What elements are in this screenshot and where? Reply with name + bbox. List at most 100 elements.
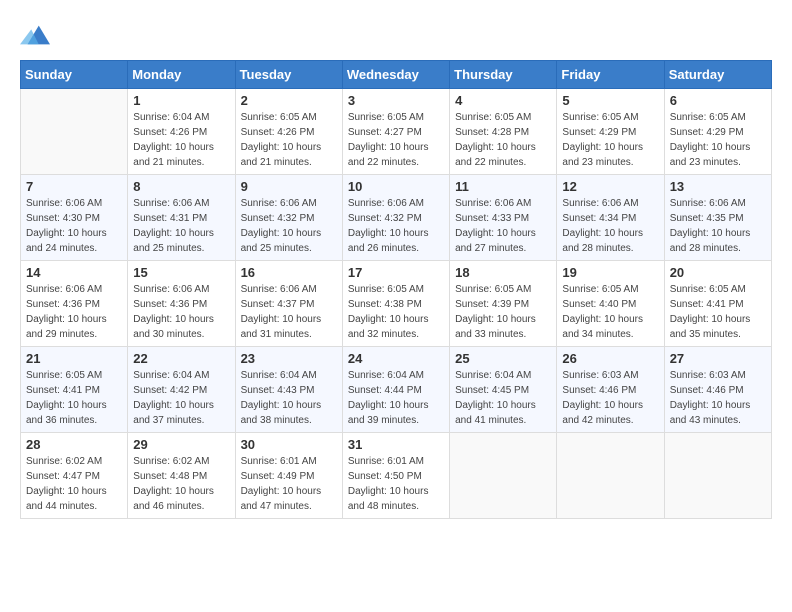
calendar-cell: 24 Sunrise: 6:04 AMSunset: 4:44 PMDayligh… (342, 347, 449, 433)
calendar-cell (664, 433, 771, 519)
day-detail: Sunrise: 6:03 AMSunset: 4:46 PMDaylight:… (562, 368, 658, 428)
day-number: 27 (670, 351, 766, 366)
weekday-header-row: SundayMondayTuesdayWednesdayThursdayFrid… (21, 61, 772, 89)
calendar-cell: 22Sunrise: 6:04 AMSunset: 4:42 PMDayligh… (128, 347, 235, 433)
day-number: 8 (133, 179, 229, 194)
day-number: 7 (26, 179, 122, 194)
calendar-cell: 9 Sunrise: 6:06 AMSunset: 4:32 PMDaylight… (235, 175, 342, 261)
logo (20, 20, 50, 50)
day-detail: Sunrise: 6:04 AMSunset: 4:44 PMDaylight:… (348, 368, 444, 428)
calendar-cell: 19 Sunrise: 6:05 AMSunset: 4:40 PMDayligh… (557, 261, 664, 347)
weekday-header: Thursday (450, 61, 557, 89)
day-number: 16 (241, 265, 337, 280)
calendar-table: SundayMondayTuesdayWednesdayThursdayFrid… (20, 60, 772, 519)
calendar-cell: 7 Sunrise: 6:06 AMSunset: 4:30 PMDaylight… (21, 175, 128, 261)
day-detail: Sunrise: 6:05 AMSunset: 4:39 PMDaylight:… (455, 282, 551, 342)
calendar-cell: 28 Sunrise: 6:02 AMSunset: 4:47 PMDayligh… (21, 433, 128, 519)
day-number: 20 (670, 265, 766, 280)
day-detail: Sunrise: 6:04 AMSunset: 4:43 PMDaylight:… (241, 368, 337, 428)
weekday-header: Monday (128, 61, 235, 89)
day-detail: Sunrise: 6:05 AMSunset: 4:26 PMDaylight:… (241, 110, 337, 170)
calendar-cell: 29 Sunrise: 6:02 AMSunset: 4:48 PMDayligh… (128, 433, 235, 519)
calendar-cell: 15Sunrise: 6:06 AMSunset: 4:36 PMDayligh… (128, 261, 235, 347)
calendar-cell: 23 Sunrise: 6:04 AMSunset: 4:43 PMDayligh… (235, 347, 342, 433)
day-number: 18 (455, 265, 551, 280)
calendar-cell: 10Sunrise: 6:06 AMSunset: 4:32 PMDayligh… (342, 175, 449, 261)
calendar-week-row: 21 Sunrise: 6:05 AMSunset: 4:41 PMDayligh… (21, 347, 772, 433)
day-detail: Sunrise: 6:06 AMSunset: 4:36 PMDaylight:… (26, 282, 122, 342)
calendar-cell: 27 Sunrise: 6:03 AMSunset: 4:46 PMDayligh… (664, 347, 771, 433)
day-detail: Sunrise: 6:06 AMSunset: 4:37 PMDaylight:… (241, 282, 337, 342)
calendar-week-row: 1Sunrise: 6:04 AMSunset: 4:26 PMDaylight… (21, 89, 772, 175)
day-number: 14 (26, 265, 122, 280)
day-detail: Sunrise: 6:06 AMSunset: 4:33 PMDaylight:… (455, 196, 551, 256)
day-number: 21 (26, 351, 122, 366)
calendar-cell: 6 Sunrise: 6:05 AMSunset: 4:29 PMDaylight… (664, 89, 771, 175)
weekday-header: Saturday (664, 61, 771, 89)
day-number: 24 (348, 351, 444, 366)
day-detail: Sunrise: 6:05 AMSunset: 4:41 PMDaylight:… (26, 368, 122, 428)
day-detail: Sunrise: 6:06 AMSunset: 4:34 PMDaylight:… (562, 196, 658, 256)
day-detail: Sunrise: 6:05 AMSunset: 4:40 PMDaylight:… (562, 282, 658, 342)
calendar-cell: 14 Sunrise: 6:06 AMSunset: 4:36 PMDayligh… (21, 261, 128, 347)
day-number: 9 (241, 179, 337, 194)
calendar-cell: 18 Sunrise: 6:05 AMSunset: 4:39 PMDayligh… (450, 261, 557, 347)
calendar-cell (21, 89, 128, 175)
day-number: 3 (348, 93, 444, 108)
day-detail: Sunrise: 6:06 AMSunset: 4:32 PMDaylight:… (348, 196, 444, 256)
day-number: 28 (26, 437, 122, 452)
day-detail: Sunrise: 6:02 AMSunset: 4:48 PMDaylight:… (133, 454, 229, 514)
calendar-week-row: 28 Sunrise: 6:02 AMSunset: 4:47 PMDayligh… (21, 433, 772, 519)
day-number: 29 (133, 437, 229, 452)
calendar-cell (450, 433, 557, 519)
calendar-cell: 11 Sunrise: 6:06 AMSunset: 4:33 PMDayligh… (450, 175, 557, 261)
calendar-cell: 26 Sunrise: 6:03 AMSunset: 4:46 PMDayligh… (557, 347, 664, 433)
calendar-week-row: 14 Sunrise: 6:06 AMSunset: 4:36 PMDayligh… (21, 261, 772, 347)
calendar-cell: 31Sunrise: 6:01 AMSunset: 4:50 PMDayligh… (342, 433, 449, 519)
day-detail: Sunrise: 6:06 AMSunset: 4:35 PMDaylight:… (670, 196, 766, 256)
header (20, 20, 772, 50)
day-number: 23 (241, 351, 337, 366)
day-number: 30 (241, 437, 337, 452)
calendar-cell: 5Sunrise: 6:05 AMSunset: 4:29 PMDaylight… (557, 89, 664, 175)
day-number: 26 (562, 351, 658, 366)
day-detail: Sunrise: 6:04 AMSunset: 4:45 PMDaylight:… (455, 368, 551, 428)
calendar-cell: 20 Sunrise: 6:05 AMSunset: 4:41 PMDayligh… (664, 261, 771, 347)
day-detail: Sunrise: 6:02 AMSunset: 4:47 PMDaylight:… (26, 454, 122, 514)
calendar-cell: 4 Sunrise: 6:05 AMSunset: 4:28 PMDaylight… (450, 89, 557, 175)
day-detail: Sunrise: 6:01 AMSunset: 4:50 PMDaylight:… (348, 454, 444, 514)
day-detail: Sunrise: 6:06 AMSunset: 4:32 PMDaylight:… (241, 196, 337, 256)
day-number: 13 (670, 179, 766, 194)
calendar-cell: 25Sunrise: 6:04 AMSunset: 4:45 PMDayligh… (450, 347, 557, 433)
day-number: 6 (670, 93, 766, 108)
day-number: 22 (133, 351, 229, 366)
calendar-cell: 16 Sunrise: 6:06 AMSunset: 4:37 PMDayligh… (235, 261, 342, 347)
day-detail: Sunrise: 6:04 AMSunset: 4:26 PMDaylight:… (133, 110, 229, 170)
day-detail: Sunrise: 6:05 AMSunset: 4:28 PMDaylight:… (455, 110, 551, 170)
calendar-cell: 1Sunrise: 6:04 AMSunset: 4:26 PMDaylight… (128, 89, 235, 175)
weekday-header: Sunday (21, 61, 128, 89)
calendar-cell: 8 Sunrise: 6:06 AMSunset: 4:31 PMDaylight… (128, 175, 235, 261)
day-number: 19 (562, 265, 658, 280)
day-number: 12 (562, 179, 658, 194)
day-number: 2 (241, 93, 337, 108)
calendar-cell: 12 Sunrise: 6:06 AMSunset: 4:34 PMDayligh… (557, 175, 664, 261)
day-detail: Sunrise: 6:06 AMSunset: 4:30 PMDaylight:… (26, 196, 122, 256)
day-detail: Sunrise: 6:06 AMSunset: 4:36 PMDaylight:… (133, 282, 229, 342)
day-number: 5 (562, 93, 658, 108)
day-detail: Sunrise: 6:06 AMSunset: 4:31 PMDaylight:… (133, 196, 229, 256)
day-detail: Sunrise: 6:05 AMSunset: 4:38 PMDaylight:… (348, 282, 444, 342)
day-detail: Sunrise: 6:05 AMSunset: 4:27 PMDaylight:… (348, 110, 444, 170)
day-number: 17 (348, 265, 444, 280)
day-number: 4 (455, 93, 551, 108)
calendar-cell: 3 Sunrise: 6:05 AMSunset: 4:27 PMDaylight… (342, 89, 449, 175)
weekday-header: Friday (557, 61, 664, 89)
day-detail: Sunrise: 6:01 AMSunset: 4:49 PMDaylight:… (241, 454, 337, 514)
day-detail: Sunrise: 6:03 AMSunset: 4:46 PMDaylight:… (670, 368, 766, 428)
calendar-cell: 2 Sunrise: 6:05 AMSunset: 4:26 PMDaylight… (235, 89, 342, 175)
calendar-cell: 30 Sunrise: 6:01 AMSunset: 4:49 PMDayligh… (235, 433, 342, 519)
day-detail: Sunrise: 6:05 AMSunset: 4:41 PMDaylight:… (670, 282, 766, 342)
day-detail: Sunrise: 6:05 AMSunset: 4:29 PMDaylight:… (670, 110, 766, 170)
day-number: 11 (455, 179, 551, 194)
page-container: SundayMondayTuesdayWednesdayThursdayFrid… (20, 20, 772, 519)
